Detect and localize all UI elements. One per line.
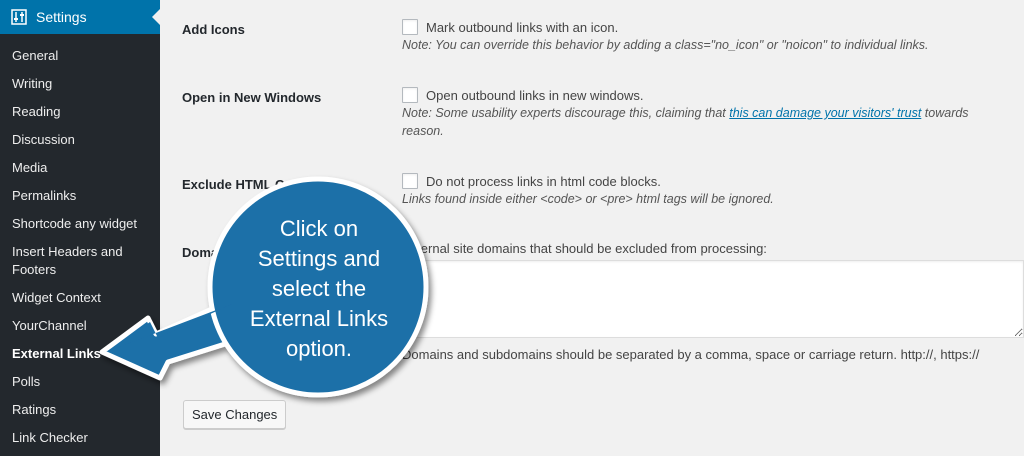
domains-hint: Domains and subdomains should be separat… [402, 347, 980, 362]
new-windows-note-suffix: towards [921, 106, 969, 120]
add-icons-note: Note: You can override this behavior by … [402, 38, 929, 52]
callout-line-5: option. [285, 336, 353, 361]
sidebar-item-shortcode-any-widget[interactable]: Shortcode any widget [0, 210, 160, 238]
exclude-code-checkbox[interactable] [402, 173, 418, 189]
settings-menu-header[interactable]: Settings [0, 0, 160, 34]
domains-textarea[interactable] [402, 260, 1024, 338]
add-icons-checkbox-label: Mark outbound links with an icon. [426, 19, 619, 35]
callout-line-2: Settings and [257, 246, 381, 271]
save-changes-button[interactable]: Save Changes [183, 400, 287, 429]
exclude-code-note: Links found inside either <code> or <pre… [402, 192, 774, 206]
settings-menu-label: Settings [36, 9, 87, 25]
sidebar-item-permalinks[interactable]: Permalinks [0, 182, 160, 210]
exclude-code-label: Exclude HTML Code Blocks [182, 177, 354, 192]
callout-line-3: select the [271, 276, 367, 301]
settings-sliders-icon [11, 9, 27, 25]
sidebar-item-external-links[interactable]: External Links [0, 340, 160, 368]
new-windows-option[interactable]: Open outbound links in new windows. [402, 87, 644, 103]
sidebar-item-ratings[interactable]: Ratings [0, 396, 160, 424]
sidebar-item-media[interactable]: Media [0, 154, 160, 182]
sidebar-item-widget-context[interactable]: Widget Context [0, 284, 160, 312]
callout-text: Click on Settings and select the Externa… [228, 214, 410, 364]
exclude-code-option[interactable]: Do not process links in html code blocks… [402, 173, 661, 189]
sidebar-item-link-checker[interactable]: Link Checker [0, 424, 160, 452]
sidebar-item-insert-headers-footers[interactable]: Insert Headers and Footers [0, 238, 160, 284]
new-windows-label: Open in New Windows [182, 90, 322, 105]
new-windows-checkbox-label: Open outbound links in new windows. [426, 87, 644, 103]
sidebar-item-reading[interactable]: Reading [0, 98, 160, 126]
current-menu-arrow [152, 9, 160, 25]
callout-line-4: External Links [249, 306, 389, 331]
exclude-code-checkbox-label: Do not process links in html code blocks… [426, 173, 661, 189]
admin-sidebar: Settings General Writing Reading Discuss… [0, 0, 160, 456]
add-icons-checkbox[interactable] [402, 19, 418, 35]
sidebar-item-general[interactable]: General [0, 42, 160, 70]
sidebar-item-polls[interactable]: Polls [0, 368, 160, 396]
new-windows-note-line2: reason. [402, 124, 444, 138]
new-windows-note-prefix: Note: Some usability experts discourage … [402, 106, 730, 120]
visitors-trust-link[interactable]: this can damage your visitors' trust [729, 106, 921, 120]
domains-description: External site domains that should be exc… [402, 241, 767, 256]
add-icons-option[interactable]: Mark outbound links with an icon. [402, 19, 618, 35]
sidebar-item-yourchannel[interactable]: YourChannel [0, 312, 160, 340]
callout-line-1: Click on [279, 216, 359, 241]
new-windows-note: Note: Some usability experts discourage … [402, 106, 969, 120]
settings-submenu: General Writing Reading Discussion Media… [0, 42, 160, 452]
sidebar-item-discussion[interactable]: Discussion [0, 126, 160, 154]
sidebar-item-writing[interactable]: Writing [0, 70, 160, 98]
add-icons-label: Add Icons [182, 22, 245, 37]
new-windows-checkbox[interactable] [402, 87, 418, 103]
